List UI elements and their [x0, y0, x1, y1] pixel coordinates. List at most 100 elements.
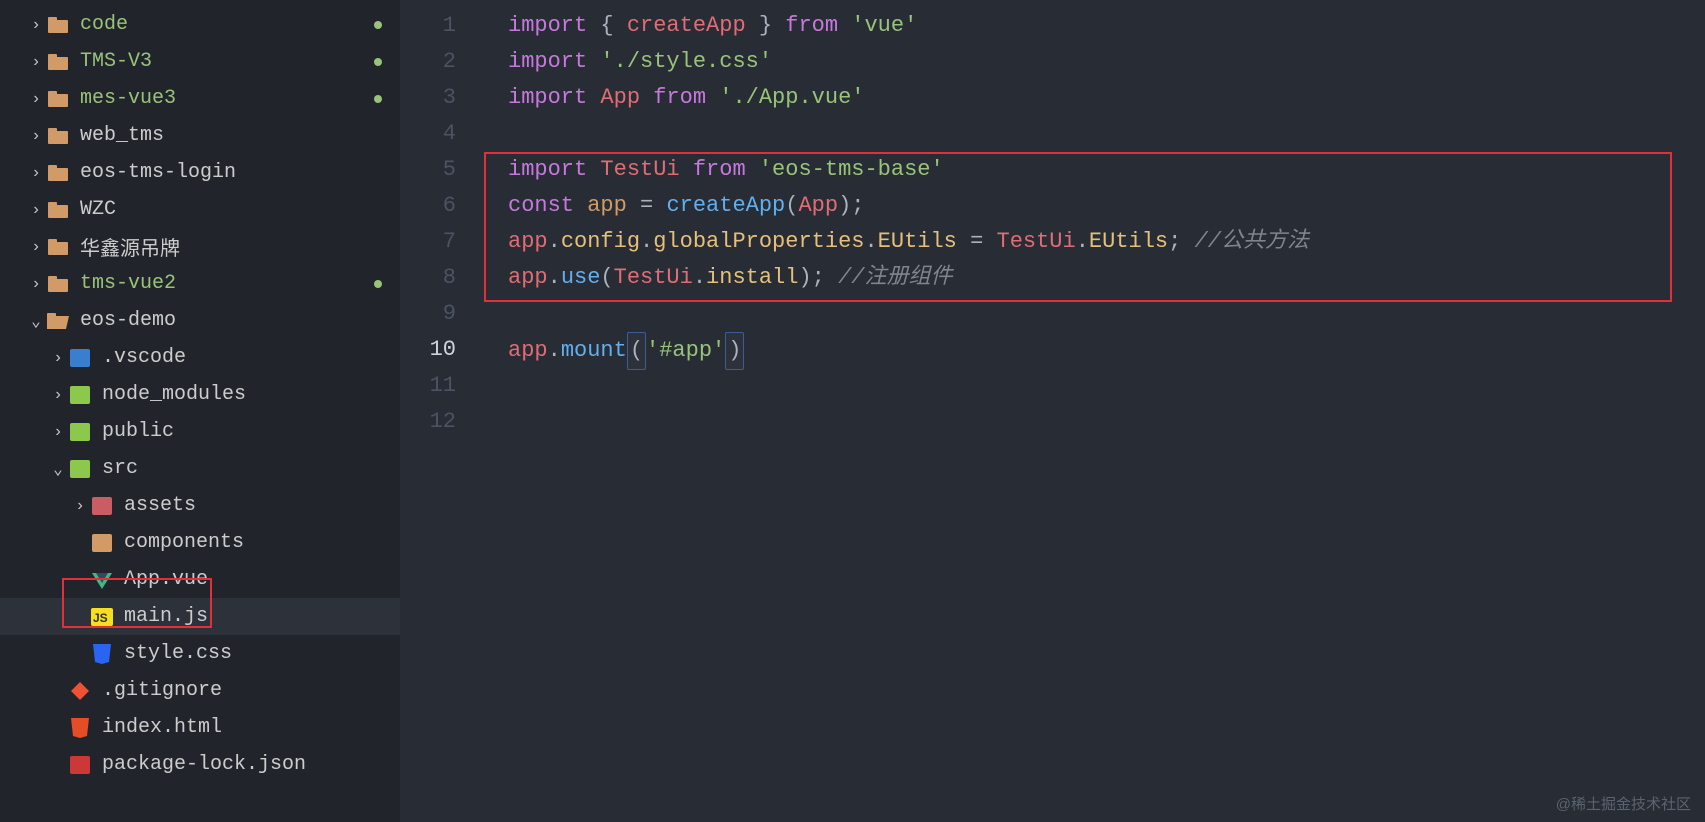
vue-icon — [90, 568, 114, 592]
file-item-assets[interactable]: ›assets — [0, 487, 400, 524]
chevron-icon[interactable]: › — [26, 16, 46, 34]
folder-item-eos-tms-login[interactable]: › eos-tms-login — [0, 154, 400, 191]
tree-item-label: package-lock.json — [102, 753, 306, 776]
code-line — [480, 116, 1705, 152]
folder-item-eos-demo[interactable]: ⌄eos-demo — [0, 302, 400, 339]
chevron-icon[interactable]: · — [48, 719, 68, 737]
chevron-icon[interactable]: › — [48, 386, 68, 404]
tree-item-label: web_tms — [80, 124, 164, 147]
folder-item-wzc[interactable]: ›WZC — [0, 191, 400, 228]
folder-item-tms-vue2[interactable]: › tms-vue2 — [0, 265, 400, 302]
file-item-package-lock-json[interactable]: · package-lock.json — [0, 746, 400, 783]
chevron-icon[interactable]: › — [26, 238, 46, 256]
tree-item-label: 华鑫源吊牌 — [80, 232, 180, 262]
chevron-icon[interactable]: › — [26, 201, 46, 219]
file-item-app-vue[interactable]: ·App.vue — [0, 561, 400, 598]
chevron-icon[interactable]: › — [26, 127, 46, 145]
file-item-components[interactable]: · components — [0, 524, 400, 561]
css-icon — [90, 642, 114, 666]
tree-item-label: components — [124, 531, 244, 554]
folder-item------[interactable]: › 华鑫源吊牌 — [0, 228, 400, 265]
line-number: 9 — [400, 296, 480, 332]
chevron-icon[interactable]: ⌄ — [26, 311, 46, 331]
line-number-gutter: 123456789101112 — [400, 0, 480, 822]
code-line — [480, 296, 1705, 332]
watermark: @稀土掘金技术社区 — [1556, 793, 1691, 814]
line-number: 3 — [400, 80, 480, 116]
file-item-src[interactable]: ⌄ src — [0, 450, 400, 487]
chevron-icon[interactable]: · — [70, 534, 90, 552]
folder-orange-icon — [46, 198, 70, 222]
chevron-icon[interactable]: › — [70, 497, 90, 515]
folder-orange-icon — [46, 272, 70, 296]
chevron-icon[interactable]: › — [48, 423, 68, 441]
modified-dot-icon — [374, 58, 382, 66]
node-icon — [68, 383, 92, 407]
chevron-icon[interactable]: · — [48, 756, 68, 774]
code-line: app.use(TestUi.install); //注册组件 — [480, 260, 1705, 296]
code-line: const app = createApp(App); — [480, 188, 1705, 224]
code-line: app.mount('#app') — [480, 332, 1705, 368]
tree-item-label: eos-tms-login — [80, 161, 236, 184]
chevron-icon[interactable]: › — [26, 275, 46, 293]
tree-item-label: tms-vue2 — [80, 272, 176, 295]
file-explorer: ›code›TMS-V3›mes-vue3›web_tms›eos-tms-lo… — [0, 0, 400, 822]
line-number: 7 — [400, 224, 480, 260]
tree-item-label: node_modules — [102, 383, 246, 406]
folder-item-code[interactable]: ›code — [0, 6, 400, 43]
modified-dot-icon — [374, 21, 382, 29]
line-number: 5 — [400, 152, 480, 188]
npm-icon — [68, 753, 92, 777]
folder-orange-icon — [46, 87, 70, 111]
src-icon — [68, 457, 92, 481]
js-icon: JS — [90, 605, 114, 629]
file-item--gitignore[interactable]: ·.gitignore — [0, 672, 400, 709]
code-area[interactable]: import { createApp } from 'vue' import '… — [480, 0, 1705, 822]
chevron-icon[interactable]: › — [26, 164, 46, 182]
editor[interactable]: 123456789101112 import { createApp } fro… — [400, 0, 1705, 822]
code-line: app.config.globalProperties.EUtils = Tes… — [480, 224, 1705, 260]
tree-item-label: .vscode — [102, 346, 186, 369]
vscode-icon — [68, 346, 92, 370]
tree-item-label: public — [102, 420, 174, 443]
folder-item-web-tms[interactable]: › web_tms — [0, 117, 400, 154]
file-item-public[interactable]: › public — [0, 413, 400, 450]
tree-item-label: src — [102, 457, 138, 480]
folder-orange-icon — [46, 124, 70, 148]
line-number: 6 — [400, 188, 480, 224]
line-number: 8 — [400, 260, 480, 296]
chevron-icon[interactable]: › — [26, 53, 46, 71]
file-item-style-css[interactable]: ·style.css — [0, 635, 400, 672]
folder-orange-icon — [46, 13, 70, 37]
chevron-icon[interactable]: · — [70, 645, 90, 663]
code-line: import { createApp } from 'vue' — [480, 8, 1705, 44]
line-number: 1 — [400, 8, 480, 44]
folder-orange-icon — [46, 50, 70, 74]
file-item-node-modules[interactable]: › node_modules — [0, 376, 400, 413]
line-number: 4 — [400, 116, 480, 152]
folder-orange-icon — [46, 161, 70, 185]
folder-item-tms-v3[interactable]: › TMS-V3 — [0, 43, 400, 80]
folder-open-icon — [46, 309, 70, 333]
code-line — [480, 404, 1705, 440]
tree-item-label: main.js — [124, 605, 208, 628]
file-item--vscode[interactable]: › .vscode — [0, 339, 400, 376]
folder-item-mes-vue3[interactable]: › mes-vue3 — [0, 80, 400, 117]
tree-item-label: TMS-V3 — [80, 50, 152, 73]
tree-item-label: mes-vue3 — [80, 87, 176, 110]
chevron-icon[interactable]: · — [70, 571, 90, 589]
svg-text:JS: JS — [93, 611, 108, 625]
chevron-icon[interactable]: ⌄ — [48, 459, 68, 479]
line-number: 12 — [400, 404, 480, 440]
code-line: import TestUi from 'eos-tms-base' — [480, 152, 1705, 188]
public-icon — [68, 420, 92, 444]
line-number: 11 — [400, 368, 480, 404]
components-icon — [90, 531, 114, 555]
chevron-icon[interactable]: · — [48, 682, 68, 700]
file-item-index-html[interactable]: ·index.html — [0, 709, 400, 746]
file-item-main-js[interactable]: ·JS main.js — [0, 598, 400, 635]
chevron-icon[interactable]: › — [26, 90, 46, 108]
chevron-icon[interactable]: › — [48, 349, 68, 367]
chevron-icon[interactable]: · — [70, 608, 90, 626]
modified-dot-icon — [374, 280, 382, 288]
